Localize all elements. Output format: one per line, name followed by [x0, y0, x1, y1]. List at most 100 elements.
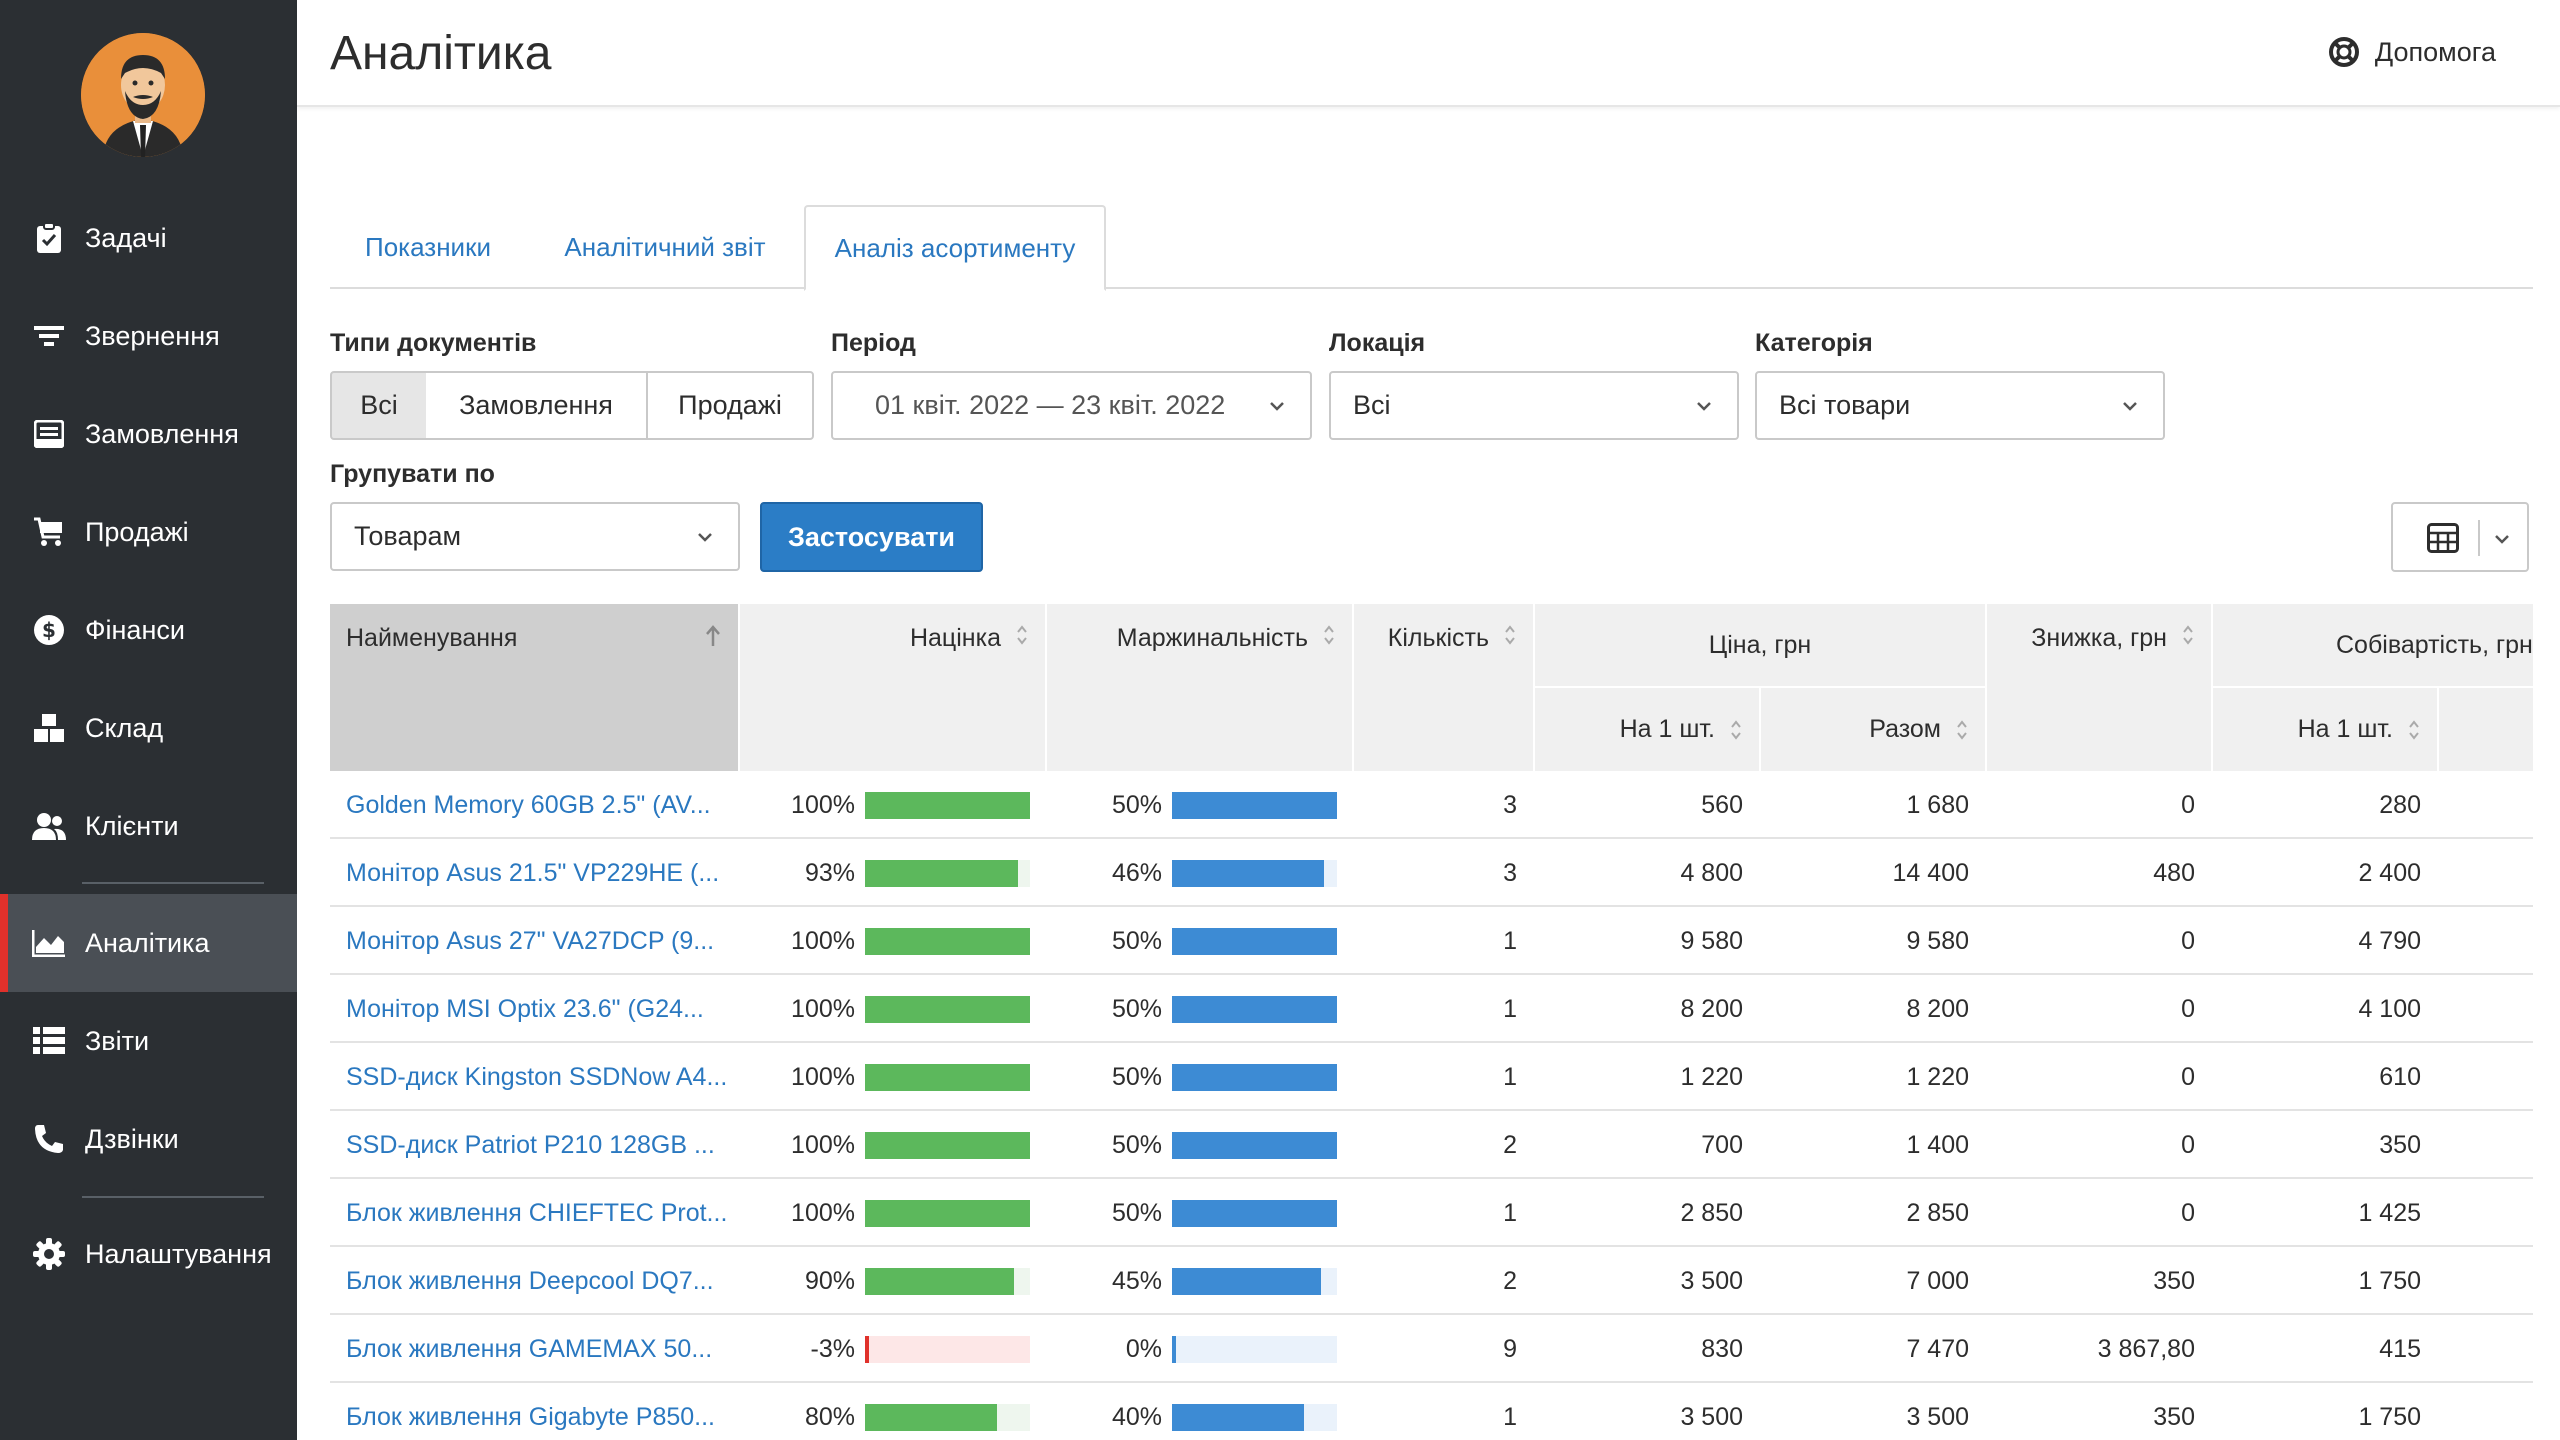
column-label: Найменування: [346, 624, 518, 652]
column-header-margin[interactable]: Маржинальність: [1047, 604, 1352, 771]
product-name-link[interactable]: SSD-диск Kingston SSDNow A4...: [346, 1063, 727, 1092]
margin-cell: 46%: [1047, 840, 1352, 907]
sort-icon: [2183, 625, 2193, 645]
category-select[interactable]: Всі товари: [1755, 371, 2165, 440]
discount-cell: 480: [1987, 840, 2211, 907]
markup-cell-bar-track: [865, 1132, 1030, 1159]
segment-label: Всі: [360, 390, 398, 420]
column-header-discount[interactable]: Знижка, грн: [1987, 604, 2211, 771]
doc-type-orders-button[interactable]: Замовлення: [426, 371, 648, 440]
product-name-link[interactable]: Блок живлення CHIEFTEC Prot...: [346, 1199, 727, 1228]
column-header-price-total[interactable]: Разом: [1761, 688, 1985, 771]
tab-analytical-report[interactable]: Аналітичний звіт: [526, 205, 804, 289]
category-label: Категорія: [1755, 329, 1873, 357]
markup-cell-bar-fill: [865, 1132, 1030, 1159]
product-name-link[interactable]: Блок живлення Deepcool DQ7...: [346, 1267, 714, 1296]
margin-cell: 40%: [1047, 1384, 1352, 1440]
margin-cell: 0%: [1047, 1316, 1352, 1383]
location-label: Локація: [1329, 329, 1426, 357]
price-total-cell: 7 470: [1761, 1316, 1985, 1383]
apply-button[interactable]: Застосувати: [760, 502, 983, 572]
category-value: Всі товари: [1779, 390, 1911, 420]
price-unit-cell: 1 220: [1535, 1044, 1759, 1111]
discount-cell: 0: [1987, 976, 2211, 1043]
filter-lines-icon: [31, 318, 67, 354]
column-label: На 1 шт.: [1619, 715, 1715, 743]
sidebar-item-tasks[interactable]: Задачі: [0, 189, 297, 287]
period-select[interactable]: 01 квіт. 2022 — 23 квіт. 2022: [831, 371, 1312, 440]
help-link[interactable]: Допомога: [2328, 36, 2496, 68]
sidebar-item-clients[interactable]: Клієнти: [0, 777, 297, 875]
cost-unit-cell-value: 4 790: [2358, 927, 2421, 955]
qty-cell: 3: [1354, 772, 1533, 839]
clipboard-check-icon: [31, 220, 67, 256]
sidebar-item-settings[interactable]: Налаштування: [0, 1205, 297, 1303]
price-unit-cell: 8 200: [1535, 976, 1759, 1043]
product-name-link[interactable]: Блок живлення Gigabyte P850...: [346, 1403, 715, 1432]
discount-cell-value: 0: [2181, 1199, 2195, 1227]
sort-icon: [1324, 625, 1334, 645]
sidebar-item-label: Аналітика: [85, 927, 210, 958]
product-name-link[interactable]: Монітор MSI Optix 23.6" (G24...: [346, 995, 704, 1024]
boxes-icon: [31, 710, 67, 746]
sidebar-item-label: Фінанси: [85, 614, 185, 645]
markup-cell-bar-track: [865, 928, 1030, 955]
segment-label: Продажі: [678, 390, 782, 420]
doc-type-all-button[interactable]: Всі: [330, 371, 428, 440]
product-name-link[interactable]: Монітор Asus 27" VA27DCP (9...: [346, 927, 714, 956]
sidebar-item-analytics[interactable]: Аналітика: [0, 894, 297, 992]
sidebar-item-sales[interactable]: Продажі: [0, 483, 297, 581]
table-view-toggle[interactable]: [2391, 502, 2529, 572]
sidebar-item-reports[interactable]: Звіти: [0, 992, 297, 1090]
sidebar-item-warehouse[interactable]: Склад: [0, 679, 297, 777]
markup-cell-value: 90%: [804, 1267, 855, 1295]
column-header-name[interactable]: Найменування: [330, 604, 738, 771]
markup-cell-value: 93%: [804, 859, 855, 887]
column-header-cost: Собівартість, грн: [2213, 604, 2533, 686]
markup-cell-value: 100%: [791, 791, 855, 819]
discount-cell-value: 480: [2153, 859, 2195, 887]
column-header-markup[interactable]: Націнка: [740, 604, 1045, 771]
price-total-cell: 2 850: [1761, 1180, 1985, 1247]
location-select[interactable]: Всі: [1329, 371, 1739, 440]
doc-type-sales-button[interactable]: Продажі: [646, 371, 814, 440]
product-name-link[interactable]: SSD-диск Patriot P210 128GB ...: [346, 1131, 715, 1160]
margin-cell-bar-fill: [1172, 1404, 1304, 1431]
cost-unit-cell: 350: [2213, 1112, 2437, 1179]
table-grid-icon: [2427, 523, 2459, 553]
tab-indicators[interactable]: Показники: [330, 205, 526, 289]
sidebar-item-finance[interactable]: $ Фінанси: [0, 581, 297, 679]
sidebar-item-orders[interactable]: Замовлення: [0, 385, 297, 483]
chevron-down-icon: [1270, 402, 1284, 411]
column-header-qty[interactable]: Кількість: [1354, 604, 1533, 771]
sidebar-item-calls[interactable]: Дзвінки: [0, 1090, 297, 1188]
cost-unit-cell: 280: [2213, 772, 2437, 839]
markup-cell-bar-fill: [865, 1404, 997, 1431]
discount-cell: 0: [1987, 1180, 2211, 1247]
product-name-link[interactable]: Golden Memory 60GB 2.5" (AV...: [346, 791, 711, 820]
tabs-bar: Показники Аналітичний звіт Аналіз асорти…: [330, 205, 2533, 291]
markup-cell: 100%: [740, 908, 1045, 975]
price-total-cell-value: 1 400: [1906, 1131, 1969, 1159]
avatar[interactable]: [81, 33, 205, 157]
column-label: Разом: [1869, 715, 1941, 743]
margin-cell-value: 45%: [1111, 1267, 1162, 1295]
column-header-price-unit[interactable]: На 1 шт.: [1535, 688, 1759, 771]
group-by-select[interactable]: Товарам: [330, 502, 740, 571]
sidebar-item-requests[interactable]: Звернення: [0, 287, 297, 385]
column-header-cost-unit[interactable]: На 1 шт.: [2213, 688, 2437, 771]
markup-cell: 100%: [740, 772, 1045, 839]
margin-cell-bar-fill: [1172, 792, 1337, 819]
product-name-link[interactable]: Блок живлення GAMEMAX 50...: [346, 1335, 712, 1364]
price-unit-cell-value: 9 580: [1680, 927, 1743, 955]
sidebar-item-label: Замовлення: [85, 418, 239, 449]
sidebar-divider: [82, 882, 264, 884]
qty-cell: 1: [1354, 976, 1533, 1043]
margin-cell-bar-fill: [1172, 996, 1337, 1023]
margin-cell-bar-track: [1172, 792, 1337, 819]
qty-cell-value: 1: [1503, 1199, 1517, 1227]
product-name-link[interactable]: Монітор Asus 21.5" VP229HE (...: [346, 859, 719, 888]
discount-cell: 350: [1987, 1248, 2211, 1315]
markup-cell-bar-fill: [865, 1200, 1030, 1227]
tab-assortment-analysis[interactable]: Аналіз асортименту: [804, 205, 1106, 291]
